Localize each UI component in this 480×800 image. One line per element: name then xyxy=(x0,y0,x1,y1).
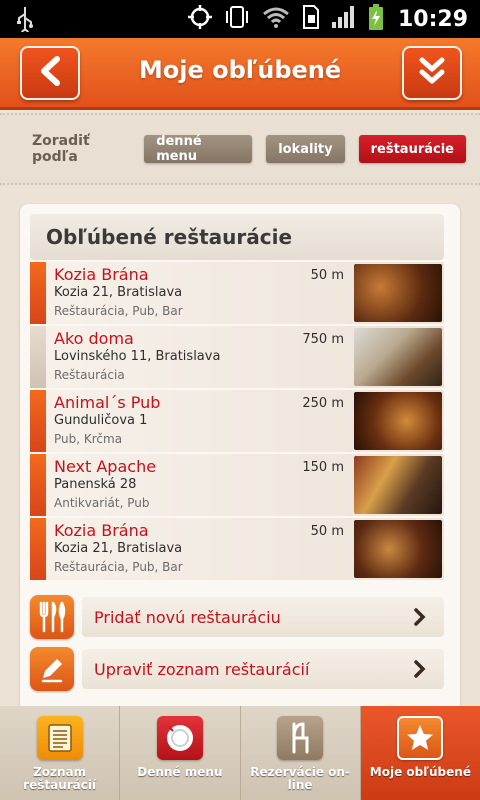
nav-label: Denné menu xyxy=(137,765,223,779)
list-item[interactable]: Kozia Brána Kozia 21, Bratislava Reštaur… xyxy=(30,262,444,324)
restaurant-address: Panenská 28 xyxy=(54,477,137,492)
restaurant-photo xyxy=(354,328,442,386)
restaurant-tags: Pub, Krčma xyxy=(54,432,123,446)
row-accent xyxy=(30,326,46,388)
restaurant-photo xyxy=(354,520,442,578)
restaurant-distance: 750 m xyxy=(302,332,344,347)
restaurant-address: Lovinského 11, Bratislava xyxy=(54,349,221,364)
restaurant-photo xyxy=(354,264,442,322)
list-item[interactable]: Next Apache Panenská 28 Antikvariát, Pub… xyxy=(30,454,444,516)
pencil-icon xyxy=(30,647,74,691)
menu-button[interactable] xyxy=(402,46,462,100)
status-bar: 10:29 xyxy=(0,0,480,38)
nav-favorites[interactable]: Moje obľúbené xyxy=(360,706,480,800)
add-restaurant-button[interactable]: Pridať novú reštauráciu xyxy=(30,593,444,641)
nav-label: Zoznam reštaurácií xyxy=(23,765,97,792)
sim-icon xyxy=(302,5,320,33)
cutlery-icon xyxy=(30,595,74,639)
restaurant-photo xyxy=(354,456,442,514)
list-icon xyxy=(36,716,83,760)
section-title: Obľúbené reštaurácie xyxy=(30,214,444,260)
list-item[interactable]: Ako doma Lovinského 11, Bratislava Rešta… xyxy=(30,326,444,388)
status-time: 10:29 xyxy=(397,6,468,32)
add-restaurant-label: Pridať novú reštauráciu xyxy=(94,607,281,627)
bottom-nav: Zoznam reštaurácií Denné menu Rezervácie… xyxy=(0,706,480,800)
restaurant-distance: 150 m xyxy=(302,460,344,475)
nav-daily-menu[interactable]: Denné menu xyxy=(120,706,241,800)
chevron-right-icon xyxy=(414,608,426,630)
nav-restaurant-list[interactable]: Zoznam reštaurácií xyxy=(0,706,121,800)
restaurant-tags: Reštaurácia, Pub, Bar xyxy=(54,560,183,574)
vibrate-icon xyxy=(224,5,250,33)
double-chevron-down-icon xyxy=(417,56,447,90)
sort-label: Zoradiť podľa xyxy=(32,133,90,165)
restaurant-distance: 50 m xyxy=(310,524,344,539)
star-icon xyxy=(397,716,444,760)
nav-label: Moje obľúbené xyxy=(369,765,471,779)
plate-icon xyxy=(156,716,203,760)
wifi-icon xyxy=(262,6,290,32)
sort-daily-menu-button[interactable]: denné menu xyxy=(144,134,253,164)
gps-icon xyxy=(187,5,212,33)
edit-list-button[interactable]: Upraviť zoznam reštaurácií xyxy=(30,645,444,693)
row-accent xyxy=(30,390,46,452)
restaurant-tags: Reštaurácia xyxy=(54,368,125,382)
row-accent xyxy=(30,262,46,324)
restaurant-tags: Antikvariát, Pub xyxy=(54,496,150,510)
restaurant-tags: Reštaurácia, Pub, Bar xyxy=(54,304,183,318)
restaurant-address: Kozia 21, Bratislava xyxy=(54,541,183,556)
list-item[interactable]: Kozia Brána Kozia 21, Bratislava Reštaur… xyxy=(30,518,444,580)
sort-locations-button[interactable]: lokality xyxy=(266,135,345,163)
restaurant-distance: 50 m xyxy=(310,268,344,283)
row-accent xyxy=(30,518,46,580)
nav-label: Rezervácie on-line xyxy=(250,765,350,792)
restaurant-photo xyxy=(354,392,442,450)
battery-icon xyxy=(368,4,384,34)
edit-list-label: Upraviť zoznam reštaurácií xyxy=(94,659,310,679)
restaurant-name: Kozia Brána xyxy=(54,521,149,540)
favorites-card: Obľúbené reštaurácie Kozia Brána Kozia 2… xyxy=(20,204,460,724)
sort-restaurants-button[interactable]: reštaurácie xyxy=(358,135,466,163)
row-accent xyxy=(30,454,46,516)
restaurant-distance: 250 m xyxy=(302,396,344,411)
restaurant-list: Kozia Brána Kozia 21, Bratislava Reštaur… xyxy=(30,262,444,582)
sort-bar: Zoradiť podľa denné menu lokality reštau… xyxy=(0,113,480,185)
list-item[interactable]: Animal´s Pub Gunduličova 1 Pub, Krčma 25… xyxy=(30,390,444,452)
usb-icon xyxy=(16,6,34,37)
chevron-right-icon xyxy=(414,660,426,682)
restaurant-address: Gunduličova 1 xyxy=(54,413,148,428)
chair-icon xyxy=(277,716,324,760)
restaurant-address: Kozia 21, Bratislava xyxy=(54,285,183,300)
header: Moje obľúbené xyxy=(0,38,480,110)
nav-reservations[interactable]: Rezervácie on-line xyxy=(240,706,361,800)
restaurant-name: Kozia Brána xyxy=(54,265,149,284)
signal-icon xyxy=(331,6,356,32)
